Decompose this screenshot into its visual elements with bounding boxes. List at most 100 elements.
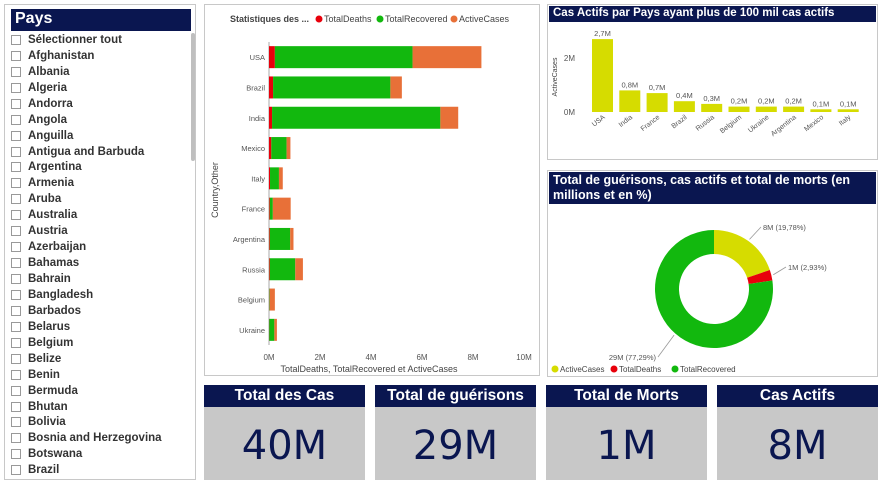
- slicer-item[interactable]: Algeria: [11, 80, 187, 96]
- checkbox[interactable]: [11, 385, 21, 396]
- checkbox[interactable]: [11, 98, 21, 109]
- bar-chart-title: Statistiques des ...: [230, 14, 309, 24]
- slicer-item[interactable]: Barbados: [11, 303, 187, 319]
- bar-segment: [269, 227, 291, 250]
- checkbox[interactable]: [11, 242, 21, 253]
- slicer-item[interactable]: Bahamas: [11, 255, 187, 271]
- checkbox[interactable]: [11, 417, 21, 428]
- slicer-item[interactable]: Belgium: [11, 335, 187, 351]
- bar-segment: [272, 197, 291, 220]
- slicer-item-label: Aruba: [28, 193, 62, 206]
- kpi-label: Cas Actifs: [717, 385, 878, 407]
- checkbox[interactable]: [11, 258, 21, 269]
- checkbox[interactable]: [11, 34, 21, 45]
- column-bar: [592, 39, 613, 112]
- checkbox[interactable]: [11, 337, 21, 348]
- slicer-item-label: Afghanistan: [28, 49, 95, 62]
- kpi-label: Total des Cas: [204, 385, 365, 407]
- slicer-item[interactable]: Albania: [11, 64, 187, 80]
- checkbox[interactable]: [11, 449, 21, 460]
- slicer-item-label: Bosnia and Herzegovina: [28, 432, 162, 445]
- column-chart-panel: Cas Actifs par Pays ayant plus de 100 mi…: [547, 4, 878, 160]
- slicer-item[interactable]: Azerbaijan: [11, 239, 187, 255]
- slicer-item[interactable]: Bolivia: [11, 415, 187, 431]
- data-label: 0,2M: [731, 97, 748, 106]
- slicer-item[interactable]: Benin: [11, 367, 187, 383]
- category-label: France: [242, 205, 265, 214]
- slicer-item[interactable]: Angola: [11, 112, 187, 128]
- slicer-item[interactable]: Austria: [11, 223, 187, 239]
- slicer-item[interactable]: Afghanistan: [11, 48, 187, 64]
- data-label: 0,1M: [813, 99, 830, 108]
- category-label: Argentina: [233, 235, 266, 244]
- x-tick-label: 0M: [263, 353, 274, 362]
- slicer-item[interactable]: Armenia: [11, 175, 187, 191]
- kpi-value: 8M: [767, 423, 828, 469]
- slicer-item[interactable]: Sélectionner tout: [11, 32, 187, 48]
- slicer-item[interactable]: Antigua and Barbuda: [11, 144, 187, 160]
- data-label: 2,7M: [594, 29, 611, 38]
- slicer-item[interactable]: Anguilla: [11, 128, 187, 144]
- bar-segment: [269, 227, 270, 250]
- bar-segment: [440, 106, 459, 129]
- checkbox[interactable]: [11, 194, 21, 205]
- bar-segment: [412, 46, 482, 69]
- column-bar: [755, 106, 777, 112]
- checkbox[interactable]: [11, 465, 21, 476]
- slicer-item[interactable]: Bahrain: [11, 271, 187, 287]
- slicer-item[interactable]: Australia: [11, 207, 187, 223]
- slicer-item[interactable]: Bhutan: [11, 399, 187, 415]
- checkbox[interactable]: [11, 289, 21, 300]
- column-bar: [810, 109, 832, 112]
- country-slicer: Pays Sélectionner tout Afghanistan Albania…: [4, 4, 196, 480]
- data-label: 0,4M: [676, 91, 693, 100]
- data-label: 0,2M: [758, 97, 775, 106]
- bar-segment: [290, 227, 294, 250]
- checkbox[interactable]: [11, 321, 21, 332]
- leader-line: [657, 334, 675, 358]
- legend-label: TotalRecovered: [385, 14, 448, 24]
- y-axis-title: Country,Other: [210, 162, 220, 218]
- checkbox[interactable]: [11, 226, 21, 237]
- slicer-scrollbar[interactable]: [191, 33, 195, 161]
- slicer-item[interactable]: Bosnia and Herzegovina: [11, 430, 187, 446]
- checkbox[interactable]: [11, 353, 21, 364]
- donut-chart: 8M (19,78%) 1M (2,93%) 29M (77,29%) ActiveC…: [551, 223, 827, 374]
- checkbox[interactable]: [11, 401, 21, 412]
- slicer-item-label: Bermuda: [28, 384, 78, 397]
- bar-segment: [278, 167, 283, 190]
- checkbox[interactable]: [11, 82, 21, 93]
- checkbox[interactable]: [11, 178, 21, 189]
- slicer-item[interactable]: Belize: [11, 351, 187, 367]
- slicer-item[interactable]: Brazil: [11, 462, 187, 478]
- bar-segment: [269, 137, 272, 160]
- legend-label: TotalRecovered: [680, 365, 736, 374]
- legend-marker: [671, 365, 679, 373]
- bar-segment: [269, 258, 296, 281]
- slicer-item-label: Armenia: [28, 177, 75, 190]
- checkbox[interactable]: [11, 305, 21, 316]
- checkbox[interactable]: [11, 274, 21, 285]
- slicer-item[interactable]: Andorra: [11, 96, 187, 112]
- slicer-item-label: Austria: [28, 225, 68, 238]
- checkbox[interactable]: [11, 130, 21, 141]
- checkbox[interactable]: [11, 50, 21, 61]
- slicer-item[interactable]: Aruba: [11, 191, 187, 207]
- slicer-item[interactable]: Bangladesh: [11, 287, 187, 303]
- slicer-item-label: Benin: [28, 368, 60, 381]
- checkbox[interactable]: [11, 369, 21, 380]
- bar-segment: [295, 258, 303, 281]
- checkbox[interactable]: [11, 210, 21, 221]
- category-label: Argentina: [770, 114, 798, 138]
- slicer-item[interactable]: Bermuda: [11, 383, 187, 399]
- slicer-item[interactable]: Botswana: [11, 446, 187, 462]
- slicer-item[interactable]: Argentina: [11, 160, 187, 176]
- checkbox[interactable]: [11, 433, 21, 444]
- slicer-item[interactable]: Belarus: [11, 319, 187, 335]
- checkbox[interactable]: [11, 146, 21, 157]
- checkbox[interactable]: [11, 162, 21, 173]
- checkbox[interactable]: [11, 114, 21, 125]
- slicer-item-label: Bolivia: [28, 416, 66, 429]
- checkbox[interactable]: [11, 66, 21, 77]
- bar-segment: [269, 318, 275, 341]
